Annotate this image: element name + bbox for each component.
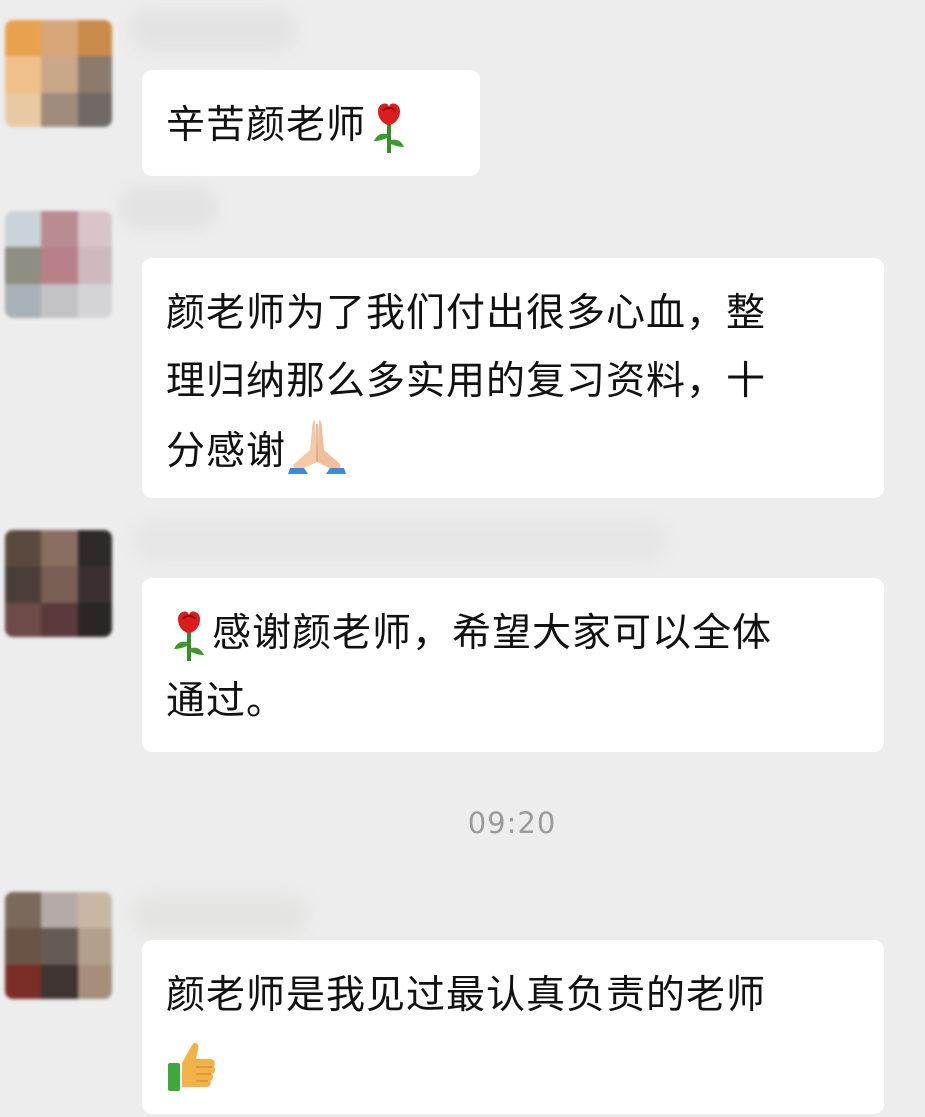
sender-name: [118, 186, 218, 230]
avatar[interactable]: [5, 530, 112, 637]
avatar[interactable]: [5, 20, 112, 127]
message-bubble[interactable]: 颜老师为了我们付出很多心血，整 理归纳那么多实用的复习资料，十 分感谢: [142, 258, 884, 498]
timestamp: 09:20: [467, 806, 557, 840]
folded-hands-icon: [286, 416, 348, 474]
chat-window: 辛苦颜老师 颜老师为了我们付出很多心血，整 理归纳那么多实用的复习资料，十 分感…: [0, 0, 925, 1117]
message-text: 颜老师是我见过最认真负责的老师: [166, 973, 767, 1018]
sender-name: [128, 8, 298, 52]
message-text: 辛苦颜老师: [166, 103, 367, 148]
message-text: 颜老师为了我们付出很多心血，整 理归纳那么多实用的复习资料，十 分感谢: [166, 291, 767, 474]
avatar[interactable]: [5, 211, 112, 318]
message-bubble[interactable]: 感谢颜老师，希望大家可以全体 通过。: [142, 578, 884, 752]
avatar[interactable]: [5, 892, 112, 999]
message-bubble[interactable]: 颜老师是我见过最认真负责的老师: [142, 940, 884, 1114]
message-text: 感谢颜老师，希望大家可以全体 通过。: [166, 611, 773, 724]
thumbs-up-icon: [166, 1039, 216, 1093]
rose-icon: [166, 609, 212, 663]
sender-name: [132, 520, 668, 564]
message-bubble[interactable]: 辛苦颜老师: [142, 70, 480, 176]
rose-icon: [366, 101, 412, 155]
sender-name: [130, 892, 310, 936]
